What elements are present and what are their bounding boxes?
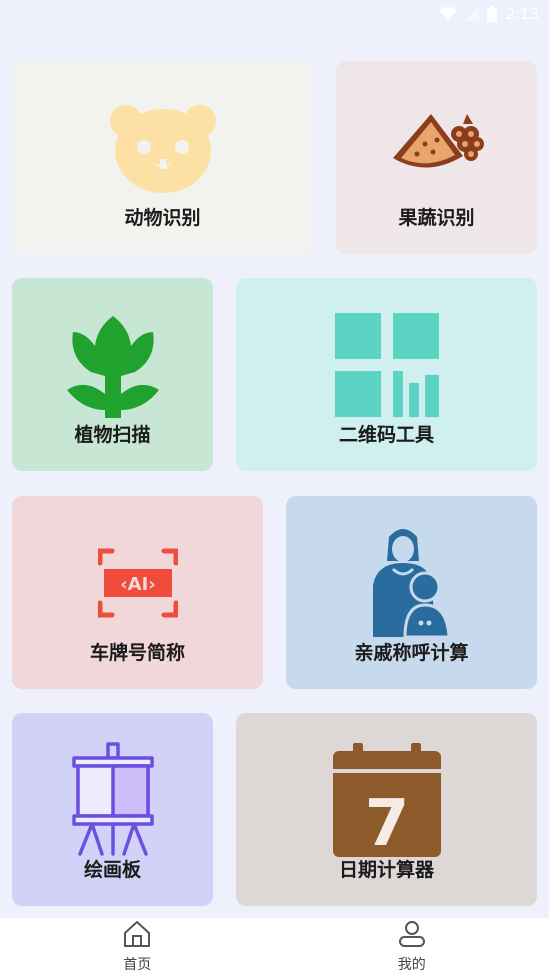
svg-text:‹AI›: ‹AI› bbox=[120, 574, 155, 595]
card-label: 动物识别 bbox=[124, 207, 201, 229]
nav-mine-label: 我的 bbox=[397, 957, 426, 973]
status-bar: 2:13 bbox=[0, 0, 549, 28]
card-drawing-board[interactable]: 绘画板 bbox=[12, 713, 213, 906]
card-relative-title[interactable]: 亲戚称呼计算 bbox=[286, 496, 537, 689]
easel-icon bbox=[48, 735, 178, 865]
card-license-plate[interactable]: ‹AI› 车牌号简称 bbox=[12, 496, 263, 689]
battery-icon bbox=[487, 6, 498, 22]
wifi-icon bbox=[439, 7, 458, 21]
card-label: 车牌号简称 bbox=[89, 642, 185, 664]
card-plant-scan[interactable]: 植物扫描 bbox=[12, 278, 213, 471]
card-label: 果蔬识别 bbox=[398, 207, 475, 229]
card-fruit-recognition[interactable]: 果蔬识别 bbox=[336, 61, 537, 254]
card-qrcode-tool[interactable]: 二维码工具 bbox=[236, 278, 537, 471]
nav-home-label: 首页 bbox=[123, 957, 152, 973]
home-icon bbox=[122, 920, 152, 952]
card-animal-recognition[interactable]: 动物识别 bbox=[12, 61, 313, 254]
plant-icon bbox=[48, 300, 178, 430]
card-date-calculator[interactable]: 7 日期计算器 bbox=[236, 713, 537, 906]
status-time: 2:13 bbox=[505, 5, 539, 23]
signal-icon bbox=[465, 7, 480, 21]
ai-scan-icon: ‹AI› bbox=[73, 518, 203, 648]
card-label: 二维码工具 bbox=[338, 424, 434, 446]
fruit-icon bbox=[372, 83, 502, 213]
card-label: 绘画板 bbox=[83, 859, 141, 881]
card-label: 植物扫描 bbox=[74, 424, 151, 446]
panda-icon bbox=[98, 83, 228, 213]
calendar-day-text: 7 bbox=[364, 787, 409, 859]
nav-mine[interactable]: 我的 bbox=[275, 918, 549, 976]
card-label: 亲戚称呼计算 bbox=[354, 642, 469, 664]
mother-child-icon bbox=[347, 518, 477, 648]
card-label: 日期计算器 bbox=[338, 859, 434, 881]
bottom-nav: 首页 我的 bbox=[0, 918, 549, 976]
nav-home[interactable]: 首页 bbox=[0, 918, 275, 976]
qrcode-icon bbox=[322, 300, 452, 430]
user-icon bbox=[397, 920, 427, 952]
calendar-icon: 7 bbox=[322, 735, 452, 865]
